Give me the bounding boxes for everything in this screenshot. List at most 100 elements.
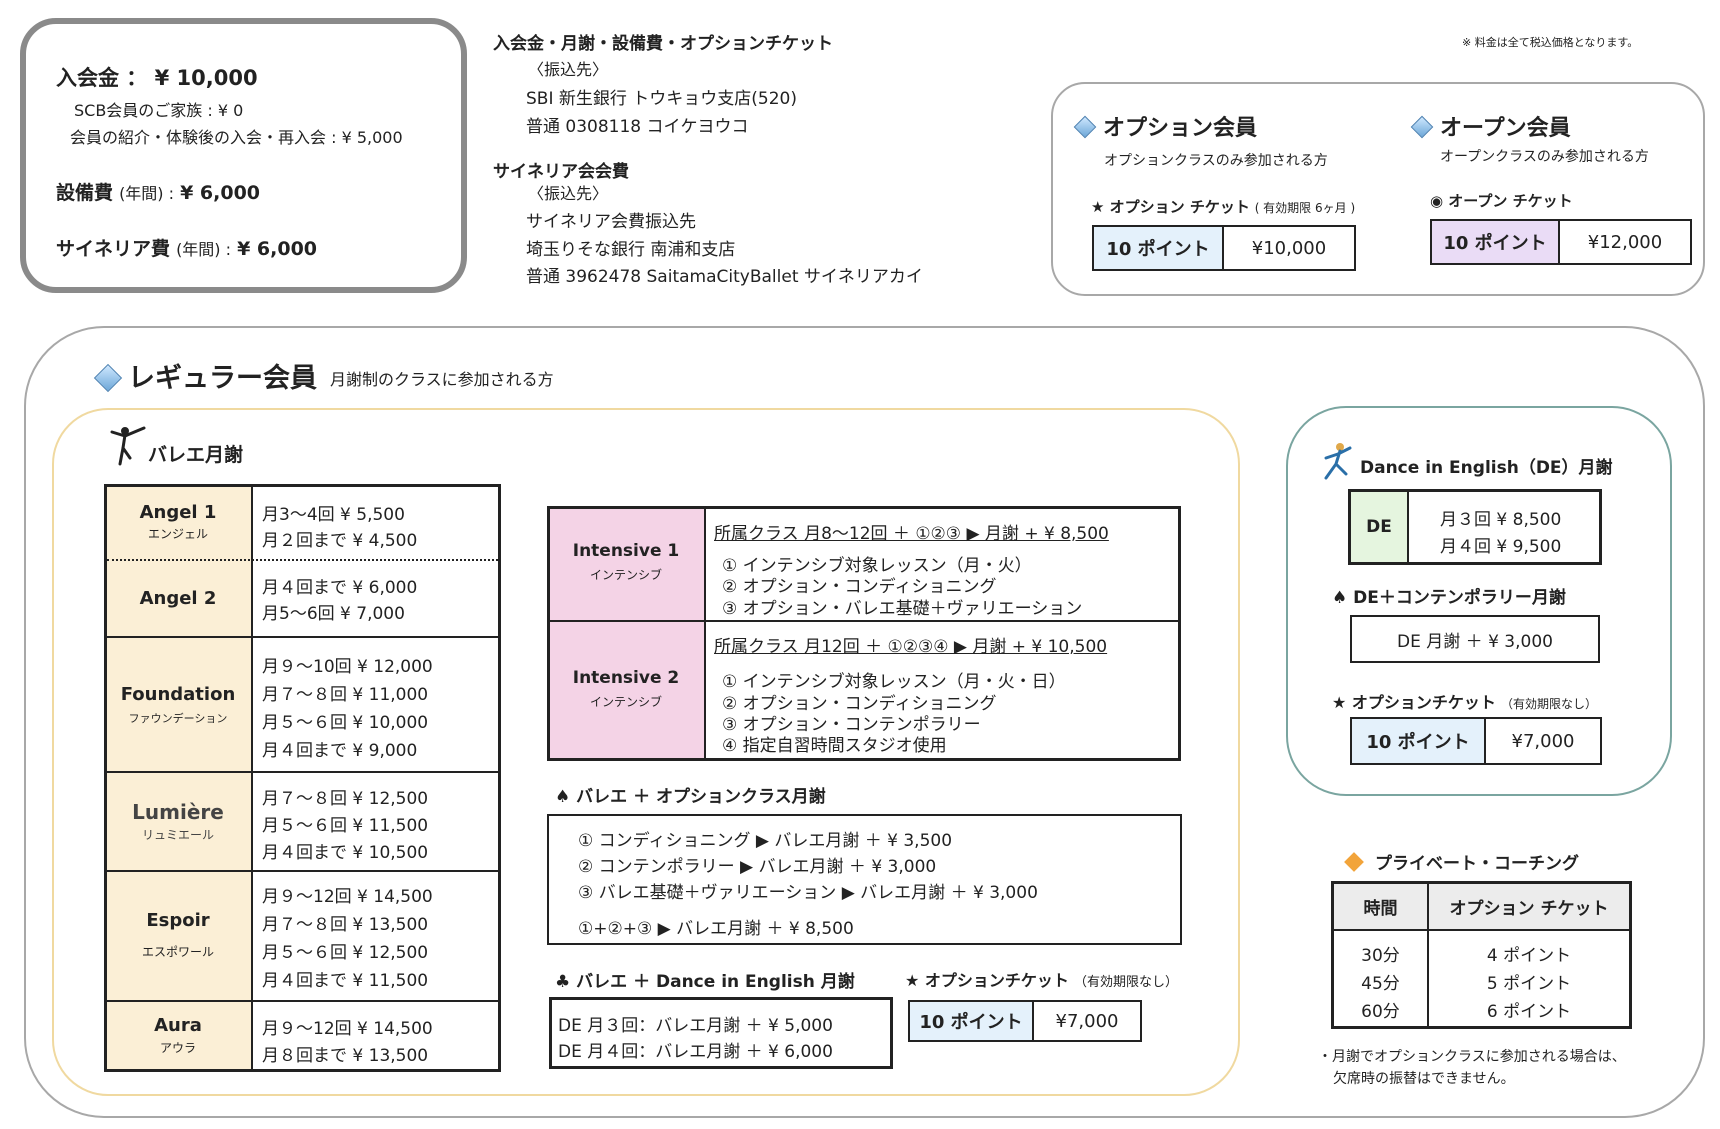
angel-dotted-divider (107, 559, 498, 561)
row-line (104, 636, 501, 638)
price-line: 月８回まで ¥ 13,500 (262, 1046, 429, 1066)
ballet-row-angel-1: Angel 1 エンジェル (106, 502, 250, 542)
sainelia-value: ¥ 6,000 (237, 238, 318, 260)
ballet-row-espoir: Espoir エスポワール (106, 910, 250, 960)
option-class-item: ③ バレエ基礎＋ヴァリエーション ▶ バレエ月謝 ＋ ¥ 3,000 (578, 883, 1038, 903)
referral-fee: 会員の紹介・体験後の入会・再入会 : ¥ 5,000 (70, 128, 403, 147)
sainelia-fee: サイネリア費 (年間) : ¥ 6,000 (56, 234, 317, 261)
ballet-row-aura: Aura アウラ (106, 1015, 250, 1056)
transfer-title-1: 入会金・月謝・設備費・オプションチケット (493, 34, 833, 54)
de-ticket-note: （有効期限なし） (1501, 697, 1598, 711)
price-line: 月４回まで ¥ 10,500 (262, 843, 429, 863)
transfer-bank-2: 埼玉りそな銀行 南浦和支店 (526, 240, 736, 260)
option-class-title: ♠ バレエ ＋ オプションクラス月謝 (555, 787, 826, 807)
private-col-ticket: オプション チケット (1449, 899, 1609, 919)
option-ticket-mid-text: ★ オプションチケット (905, 971, 1069, 990)
ballet-row-angel-2: Angel 2 (139, 588, 217, 609)
transfer-dest-1: 〈振込先〉 (528, 60, 609, 79)
intensive-item: ④ 指定自習時間スタジオ使用 (722, 736, 947, 756)
class-kana: アウラ (159, 1041, 196, 1055)
price-line: 月４回まで ¥ 11,500 (262, 971, 429, 991)
time-cell: 60分 (1361, 1002, 1400, 1022)
ballet-row-lumiere: Lumière リュミエール (106, 800, 250, 843)
time-cell: 30分 (1361, 946, 1400, 966)
open-member-desc: オープンクラスのみ参加される方 (1440, 149, 1649, 165)
equipment-fee: 設備費 (年間) : ¥ 6,000 (56, 178, 260, 205)
price-line: 月5～6回 ¥ 7,000 (262, 604, 405, 624)
class-name: Espoir (146, 910, 210, 931)
transfer-dest-2: 〈振込先〉 (528, 184, 609, 203)
regular-member-desc: 月謝制のクラスに参加される方 (330, 370, 554, 389)
open-ticket-price: ¥12,000 (1558, 219, 1692, 265)
class-kana: エンジェル (147, 527, 208, 541)
de-title: Dance in English（DE）月謝 (1360, 458, 1613, 478)
points-cell: 6 ポイント (1486, 1002, 1572, 1022)
class-kana: インテンシブ (589, 568, 662, 582)
de-ticket-points: 10 ポイント (1350, 717, 1486, 765)
intensive-divider (704, 506, 706, 761)
points-cell: 5 ポイント (1486, 974, 1572, 994)
price-line: 月９～12回 ¥ 14,500 (262, 887, 433, 907)
option-ticket-price: ¥10,000 (1222, 225, 1356, 271)
equipment-value: ¥ 6,000 (180, 182, 261, 204)
option-member-desc: オプションクラスのみ参加される方 (1104, 153, 1328, 169)
intensive-1-name: Intensive 1 インテンシブ (550, 541, 702, 583)
points-cell: 4 ポイント (1486, 946, 1572, 966)
price-line: 月４回まで ¥ 6,000 (262, 578, 418, 598)
price-line: 月５～６回 ¥ 10,000 (262, 713, 429, 733)
transfer-account-2: 普通 3962478 SaitamaCityBallet サイネリアカイ (526, 267, 923, 287)
row-line (104, 771, 501, 773)
footnote-line-2: 欠席時の振替はできません。 (1333, 1071, 1515, 1087)
intensive-2-head: 所属クラス 月12回 ＋ ①②③④ ▶ 月謝 + ¥ 10,500 (714, 637, 1108, 657)
transfer-title-2: サイネリア会会費 (493, 162, 629, 182)
transfer-account-1: 普通 0308118 コイケヨウコ (526, 117, 749, 137)
private-col-time: 時間 (1363, 899, 1398, 919)
price-line: 月４回まで ¥ 9,000 (262, 741, 418, 761)
class-kana: ファウンデーション (128, 712, 228, 725)
de-contemporary-title: ♠ DE＋コンテンポラリー月謝 (1332, 588, 1566, 608)
private-times: 30分 45分 60分 (1334, 942, 1427, 1026)
transfer-payee-2: サイネリア会費振込先 (526, 212, 696, 232)
de-ticket-label: ★ オプションチケット （有効期限なし） (1332, 689, 1597, 713)
option-class-item: ① コンディショニング ▶ バレエ月謝 ＋ ¥ 3,500 (578, 831, 953, 851)
open-ticket-points: 10 ポイント (1430, 219, 1560, 265)
time-cell: 45分 (1361, 974, 1400, 994)
de-contemporary-value: DE 月謝 ＋ ¥ 3,000 (1350, 615, 1600, 663)
de-price-line: 月３回 ¥ 8,500 (1440, 510, 1562, 530)
option-class-combo: ①+②+③ ▶ バレエ月謝 ＋ ¥ 8,500 (578, 919, 854, 939)
option-ticket-label-text: ★ オプション チケット (1091, 198, 1250, 216)
ballet-de-title: ♣ バレエ ＋ Dance in English 月謝 (555, 972, 855, 992)
row-line (104, 1000, 501, 1002)
class-kana: リュミエール (141, 828, 214, 842)
de-code: DE (1351, 492, 1407, 562)
de-price-line: 月４回 ¥ 9,500 (1440, 537, 1562, 557)
entry-fee: 入会金 ： ¥ 10,000 (56, 66, 258, 90)
transfer-bank-1: SBI 新生銀行 トウキョウ支店(520) (526, 89, 797, 109)
intensive-2-name: Intensive 2 インテンシブ (550, 668, 702, 710)
ballerina-icon (110, 426, 146, 466)
de-ticket-text: ★ オプションチケット (1332, 693, 1496, 712)
intensive-1-head: 所属クラス 月8～12回 ＋ ①②③ ▶ 月謝 + ¥ 8,500 (714, 524, 1109, 544)
intensive-item: ③ オプション・バレエ基礎＋ヴァリエーション (722, 599, 1083, 619)
row-line (104, 870, 501, 872)
ballet-table-divider (251, 484, 253, 1072)
option-ticket-mid-price: ¥7,000 (1032, 1000, 1142, 1042)
class-kana: エスポワール (141, 945, 214, 959)
class-name: Lumière (132, 800, 224, 824)
dancer-icon (1324, 443, 1352, 480)
de-table-divider (1407, 489, 1409, 565)
private-coaching-title: プライベート・コーチング (1375, 854, 1579, 874)
private-points: 4 ポイント 5 ポイント 6 ポイント (1429, 942, 1629, 1026)
price-line: 月５～６回 ¥ 11,500 (262, 816, 429, 836)
intensive-row-line (547, 620, 1181, 622)
price-line: 月７～８回 ¥ 13,500 (262, 915, 429, 935)
price-line: 月７～８回 ¥ 12,500 (262, 789, 429, 809)
tax-note: ※ 料金は全て税込価格となります。 (1462, 36, 1639, 49)
price-line: 月７～８回 ¥ 11,000 (262, 685, 429, 705)
price-line: 月５～６回 ¥ 12,500 (262, 943, 429, 963)
class-name: Aura (154, 1015, 202, 1036)
option-ticket-label: ★ オプション チケット ( 有効期限 6ヶ月 ) (1091, 196, 1355, 217)
ballet-title: バレエ月謝 (148, 444, 244, 466)
option-ticket-mid-points: 10 ポイント (908, 1000, 1034, 1042)
footnote-line-1: ・月謝でオプションクラスに参加される場合は、 (1318, 1049, 1626, 1065)
